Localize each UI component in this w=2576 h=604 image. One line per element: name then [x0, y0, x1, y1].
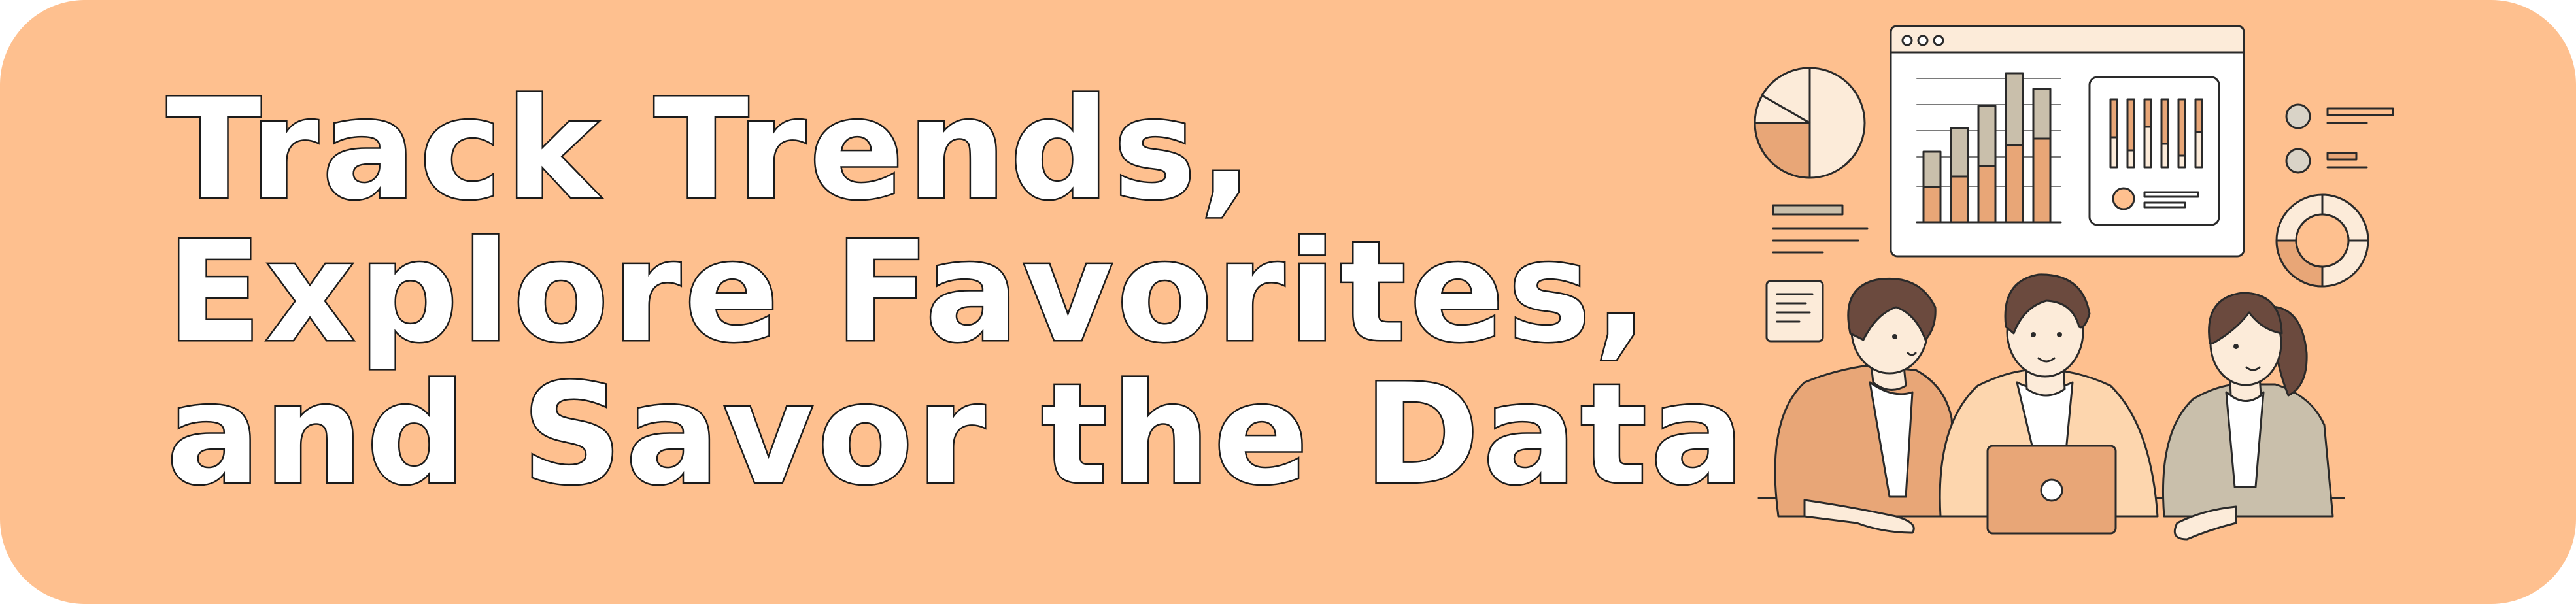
headline-line-3: and Savor the Data	[165, 354, 1748, 515]
person-right	[2161, 292, 2334, 541]
document-note-icon	[1765, 280, 1824, 343]
laptop-icon	[1986, 445, 2117, 535]
headline: Track Trends, Explore Favorites, and Sav…	[165, 69, 1748, 515]
pie-chart-icon	[1754, 67, 1866, 179]
slider-panel-icon	[2088, 76, 2220, 226]
text-lines-icon	[1772, 204, 1869, 254]
headline-line-1: Track Trends,	[165, 69, 1257, 230]
banner: Track Trends, Explore Favorites, and Sav…	[0, 0, 2576, 604]
donut-chart-icon	[2275, 193, 2369, 288]
legend-list-icon	[2285, 103, 2394, 174]
headline-line-2: Explore Favorites,	[165, 211, 1652, 373]
team-analytics-illustration	[1754, 25, 2394, 541]
